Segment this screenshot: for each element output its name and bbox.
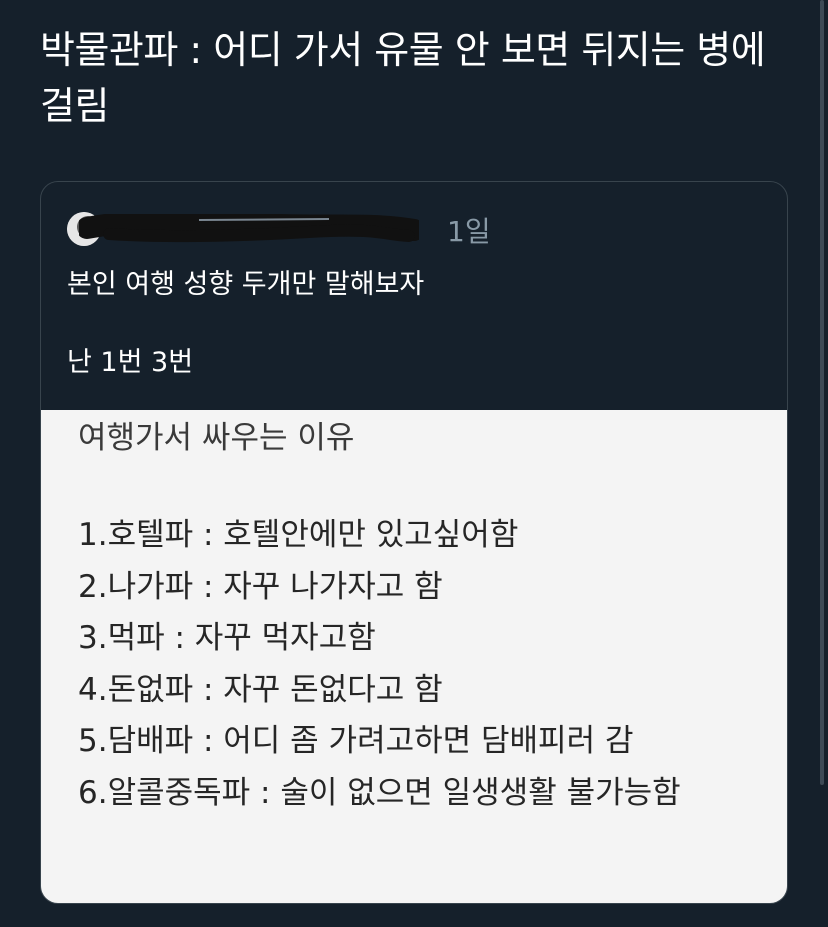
tweet-time: 1일: [447, 215, 491, 248]
image-list: 1.호텔파 : 호텔안에만 있고싶어함 2.나가파 : 자꾸 나가자고 함 3.…: [78, 510, 681, 819]
quoted-tweet-image[interactable]: 여행가서 싸우는 이유 1.호텔파 : 호텔안에만 있고싶어함 2.나가파 : …: [41, 410, 787, 903]
tweet-text: 박물관파 : 어디 가서 유물 안 보면 뒤지는 병에 걸림: [40, 28, 766, 128]
list-item: 5.담배파 : 어디 좀 가려고하면 담배피러 감: [78, 723, 634, 759]
quoted-tweet-text-line: 난 1번 3번: [67, 347, 194, 378]
quoted-tweet-card[interactable]: 1일 본인 여행 성향 두개만 말해보자 난 1번 3번 여행가서 싸우는 이유…: [40, 181, 788, 904]
list-item: 6.알콜중독파 : 술이 없으면 일생생활 불가능함: [78, 774, 681, 811]
quoted-tweet-body: 본인 여행 성향 두개만 말해보자 난 1번 3번: [67, 268, 424, 380]
list-item: 1.호텔파 : 호텔안에만 있고싶어함: [78, 517, 519, 553]
list-item: 4.돈없파 : 자꾸 돈없다고 함: [78, 671, 443, 708]
list-item: 3.먹파 : 자꾸 먹자고함: [78, 620, 376, 656]
list-item: 2.나가파 : 자꾸 나가자고 함: [78, 568, 443, 605]
scrollbar[interactable]: [820, 0, 824, 785]
quoted-tweet-header: 1일: [67, 212, 747, 248]
quoted-tweet-text-line: 본인 여행 성향 두개만 말해보자: [67, 269, 425, 300]
image-title: 여행가서 싸우는 이유: [78, 420, 355, 456]
redaction-scribble: [79, 214, 419, 243]
